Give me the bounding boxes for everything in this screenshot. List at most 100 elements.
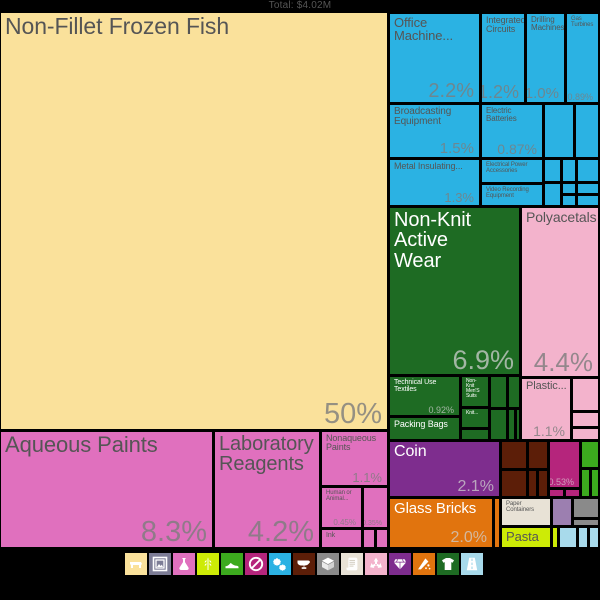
- treemap-cell-percent: 2.1%: [457, 478, 494, 496]
- treemap-cell[interactable]: Aqueous Paints 8.3%: [0, 431, 213, 548]
- treemap-cell-percent: 4.2%: [247, 515, 314, 548]
- prohibited-icon[interactable]: [245, 553, 267, 575]
- treemap-cell[interactable]: [581, 469, 590, 497]
- treemap-cell[interactable]: Office Machine... 2.2%: [389, 13, 480, 103]
- treemap-cell[interactable]: [516, 409, 520, 440]
- road-icon[interactable]: [461, 553, 483, 575]
- anvil-icon[interactable]: [293, 553, 315, 575]
- tshirt-icon[interactable]: [437, 553, 459, 575]
- treemap-cell[interactable]: [577, 183, 599, 194]
- shoe-icon[interactable]: [221, 553, 243, 575]
- treemap-cell[interactable]: [494, 498, 500, 548]
- treemap-cell[interactable]: [575, 104, 599, 158]
- treemap-cell-label: Polyacetals: [526, 209, 597, 225]
- treemap-cell-percent: 6.9%: [452, 344, 514, 375]
- treemap-cell-label: Technical Use Textiles: [394, 379, 437, 394]
- treemap-cell[interactable]: [589, 527, 599, 548]
- treemap-cell-percent: 0.89%: [567, 91, 593, 102]
- treemap-cell[interactable]: Packing Bags: [389, 417, 460, 440]
- treemap-cell[interactable]: Integrated Circuits 1.2%: [481, 13, 525, 103]
- treemap-cell[interactable]: Knit...: [461, 408, 489, 428]
- treemap-cell[interactable]: [544, 159, 561, 182]
- treemap-cell[interactable]: [572, 412, 599, 427]
- treemap-cell[interactable]: [508, 376, 520, 408]
- treemap-cell[interactable]: 0.53%: [549, 441, 580, 488]
- treemap-cell[interactable]: [572, 428, 599, 440]
- treemap-cell-percent: 0.35%: [363, 519, 382, 527]
- treemap-cell-label: Non- Knit Men'S Suits: [466, 378, 480, 400]
- treemap-cell-percent: 0.92%: [428, 404, 454, 415]
- treemap-cell[interactable]: Video Recording Equipment: [481, 184, 543, 206]
- treemap-cell[interactable]: Pasta: [501, 527, 551, 548]
- gears-icon[interactable]: [269, 553, 291, 575]
- treemap-cell[interactable]: [577, 195, 599, 206]
- treemap-cell[interactable]: Electric Batteries 0.87%: [481, 104, 543, 158]
- treemap-cell-label: Electrical Power Accessories: [486, 162, 528, 175]
- treemap-cell[interactable]: Drilling Machines 1.0%: [526, 13, 565, 103]
- treemap-cell[interactable]: [562, 159, 576, 182]
- chart-title: Total: $4.02M: [268, 0, 332, 11]
- treemap-cell[interactable]: Glass Bricks 2.0%: [389, 498, 493, 548]
- treemap-cell[interactable]: [573, 519, 599, 526]
- cow-icon[interactable]: [125, 553, 147, 575]
- treemap-cell[interactable]: [461, 429, 489, 440]
- treemap-cell[interactable]: [578, 527, 588, 548]
- scroll-icon[interactable]: [341, 553, 363, 575]
- treemap-cell[interactable]: [508, 409, 515, 440]
- treemap-cell-label: Electric Batteries: [486, 106, 517, 124]
- treemap-cell-label: Pasta: [506, 529, 539, 544]
- treemap-cell[interactable]: Paper Containers: [501, 498, 551, 526]
- treemap-cell[interactable]: [552, 498, 572, 526]
- gem-icon[interactable]: [389, 553, 411, 575]
- treemap-cell[interactable]: [528, 470, 537, 497]
- treemap-cell[interactable]: [363, 529, 375, 548]
- treemap-cell[interactable]: [490, 409, 507, 440]
- treemap-cell-label: Glass Bricks: [394, 500, 477, 517]
- treemap-cell-label: Paper Containers: [506, 501, 535, 514]
- treemap-cell[interactable]: [501, 441, 527, 469]
- sand-icon[interactable]: [413, 553, 435, 575]
- stone-icon[interactable]: [317, 553, 339, 575]
- treemap-cell[interactable]: Electrical Power Accessories: [481, 159, 543, 183]
- treemap-cell[interactable]: Non- Knit Men'S Suits: [461, 376, 489, 407]
- treemap-cell[interactable]: [501, 470, 527, 497]
- treemap-cell[interactable]: Gas Turbines 0.89%: [566, 13, 599, 103]
- treemap-cell[interactable]: Human or Animal... 0.45%: [321, 487, 362, 528]
- treemap-cell[interactable]: [538, 470, 548, 497]
- treemap-cell[interactable]: Nonaqueous Paints 1.1%: [321, 431, 388, 486]
- treemap-cell[interactable]: [544, 183, 561, 206]
- treemap-cell[interactable]: Technical Use Textiles 0.92%: [389, 376, 460, 416]
- treemap-cell[interactable]: [552, 527, 558, 548]
- framed-art-icon[interactable]: [149, 553, 171, 575]
- treemap-cell[interactable]: [565, 489, 580, 497]
- treemap-cell[interactable]: Metal Insulating... 1.3%: [389, 159, 480, 206]
- treemap-cell[interactable]: [573, 498, 599, 518]
- treemap-cell[interactable]: [591, 469, 599, 497]
- treemap-cell[interactable]: [549, 489, 564, 497]
- treemap-cell-label: Video Recording Equipment: [486, 187, 529, 200]
- treemap-cell[interactable]: [376, 529, 388, 548]
- treemap-cell[interactable]: Ink: [321, 529, 362, 548]
- treemap-cell[interactable]: [559, 527, 577, 548]
- treemap-cell[interactable]: Laboratory Reagents 4.2%: [214, 431, 320, 548]
- treemap-cell[interactable]: [490, 376, 507, 408]
- treemap-cell-label: Laboratory Reagents: [219, 433, 314, 476]
- treemap-cell[interactable]: Coin 2.1%: [389, 441, 500, 497]
- treemap-cell[interactable]: [572, 378, 599, 411]
- treemap-cell[interactable]: [562, 195, 576, 206]
- treemap-cell[interactable]: [577, 159, 599, 182]
- treemap-cell[interactable]: Polyacetals 4.4%: [521, 207, 599, 377]
- treemap-cell[interactable]: 0.35%: [363, 487, 388, 528]
- flask-icon[interactable]: [173, 553, 195, 575]
- wheat-icon[interactable]: [197, 553, 219, 575]
- treemap-cell[interactable]: [528, 441, 548, 469]
- treemap-cell-percent: 4.4%: [533, 346, 593, 377]
- treemap-cell[interactable]: [581, 441, 599, 468]
- treemap-cell[interactable]: Non-Knit Active Wear 6.9%: [389, 207, 520, 375]
- treemap-cell[interactable]: [544, 104, 574, 158]
- treemap-cell[interactable]: [562, 183, 576, 194]
- treemap-cell[interactable]: Non-Fillet Frozen Fish 50%: [0, 12, 388, 430]
- recycle-icon[interactable]: [365, 553, 387, 575]
- treemap-cell[interactable]: Broadcasting Equipment 1.5%: [389, 104, 480, 158]
- treemap-cell[interactable]: Plastic... 1.1%: [521, 378, 571, 440]
